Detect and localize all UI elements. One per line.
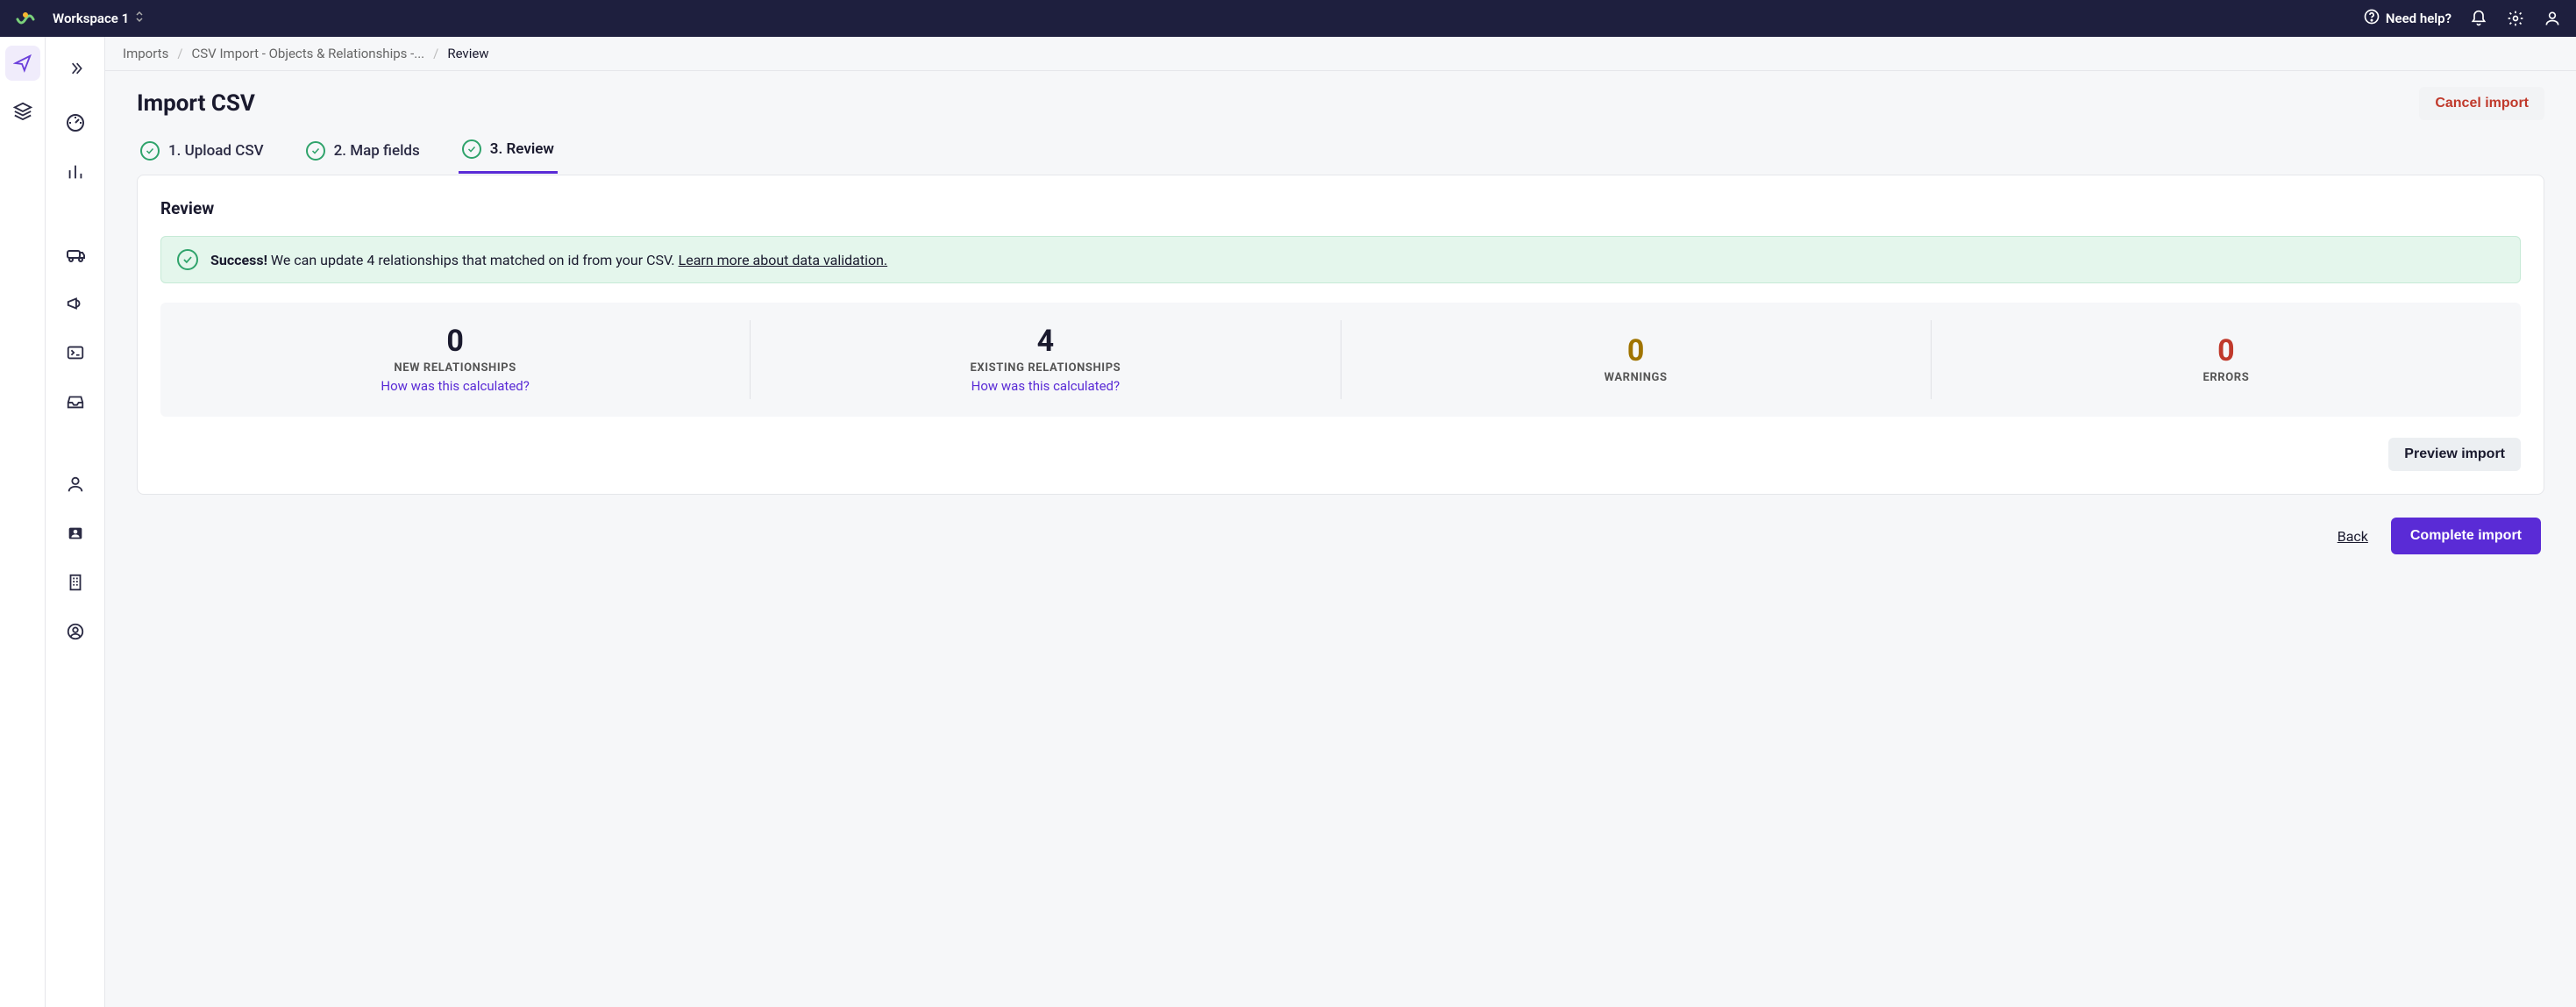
- step-map[interactable]: 2. Map fields: [302, 132, 423, 174]
- breadcrumb: Imports / CSV Import - Objects & Relatio…: [105, 37, 2576, 71]
- contact-card-icon[interactable]: [63, 521, 88, 546]
- back-link[interactable]: Back: [2338, 528, 2368, 545]
- stat-existing-relationships: 4 EXISTING RELATIONSHIPS How was this ca…: [751, 320, 1341, 399]
- step-upload[interactable]: 1. Upload CSV: [137, 132, 267, 174]
- step-label: 3. Review: [490, 140, 554, 158]
- stat-new-relationships: 0 NEW RELATIONSHIPS How was this calcula…: [160, 320, 751, 399]
- help-link[interactable]: Need help?: [2363, 8, 2451, 29]
- review-card: Review Success! We can update 4 relation…: [137, 175, 2544, 495]
- card-title: Review: [160, 198, 2521, 218]
- user-icon[interactable]: [2543, 9, 2562, 28]
- main-content: Imports / CSV Import - Objects & Relatio…: [105, 37, 2576, 1007]
- wizard-footer: Back Complete import: [137, 495, 2544, 554]
- stat-label: WARNINGS: [1605, 371, 1668, 384]
- chevron-updown-icon: [134, 11, 145, 26]
- topbar-left: Workspace 1: [14, 7, 145, 30]
- help-circle-icon: [2363, 8, 2380, 29]
- step-label: 1. Upload CSV: [168, 142, 264, 160]
- stat-value: 0: [446, 325, 464, 358]
- stat-calc-link[interactable]: How was this calculated?: [381, 378, 529, 394]
- breadcrumb-link-csv[interactable]: CSV Import - Objects & Relationships -..…: [192, 46, 425, 61]
- megaphone-icon[interactable]: [63, 291, 88, 316]
- banner-strong: Success!: [210, 252, 267, 268]
- breadcrumb-link-imports[interactable]: Imports: [123, 46, 168, 61]
- secondary-rail: [46, 37, 105, 1007]
- user-circle-icon[interactable]: [63, 619, 88, 644]
- stats-row: 0 NEW RELATIONSHIPS How was this calcula…: [160, 303, 2521, 417]
- topbar-right: Need help?: [2363, 8, 2562, 29]
- breadcrumb-sep: /: [433, 46, 438, 61]
- step-review[interactable]: 3. Review: [459, 132, 558, 174]
- check-circle-icon: [140, 141, 160, 161]
- stat-calc-link[interactable]: How was this calculated?: [971, 378, 1120, 394]
- banner-message: Success! We can update 4 relationships t…: [210, 252, 887, 268]
- help-label: Need help?: [2386, 11, 2451, 26]
- expand-sidebar-icon[interactable]: [58, 51, 93, 86]
- page-title: Import CSV: [137, 90, 255, 117]
- page-header: Import CSV Cancel import: [137, 87, 2544, 120]
- complete-import-button[interactable]: Complete import: [2391, 518, 2541, 554]
- preview-import-button[interactable]: Preview import: [2388, 438, 2521, 471]
- bar-chart-icon[interactable]: [63, 160, 88, 184]
- breadcrumb-sep: /: [177, 46, 182, 61]
- success-banner: Success! We can update 4 relationships t…: [160, 236, 2521, 283]
- dashboard-icon[interactable]: [63, 111, 88, 135]
- stat-label: ERRORS: [2202, 371, 2249, 384]
- primary-rail: [0, 37, 46, 1007]
- inbox-icon[interactable]: [63, 389, 88, 414]
- stat-errors: 0 ERRORS: [1932, 320, 2521, 399]
- app-logo-icon[interactable]: [14, 7, 37, 30]
- banner-learn-more-link[interactable]: Learn more about data validation.: [679, 252, 888, 268]
- check-circle-icon: [462, 139, 481, 159]
- stat-warnings: 0 WARNINGS: [1341, 320, 1932, 399]
- bell-icon[interactable]: [2469, 9, 2488, 28]
- rail-layers-icon[interactable]: [5, 93, 40, 128]
- person-icon[interactable]: [63, 472, 88, 496]
- banner-text: We can update 4 relationships that match…: [267, 252, 679, 268]
- terminal-icon[interactable]: [63, 340, 88, 365]
- check-circle-icon: [306, 141, 325, 161]
- rail-send-icon[interactable]: [5, 46, 40, 81]
- breadcrumb-current: Review: [447, 46, 488, 61]
- stat-label: NEW RELATIONSHIPS: [394, 361, 516, 375]
- workspace-label: Workspace 1: [53, 11, 129, 26]
- camper-icon[interactable]: [63, 242, 88, 267]
- stat-value: 4: [1037, 325, 1055, 358]
- preview-row: Preview import: [160, 438, 2521, 471]
- topbar: Workspace 1 Need help?: [0, 0, 2576, 37]
- stat-value: 0: [2217, 335, 2235, 368]
- stat-label: EXISTING RELATIONSHIPS: [970, 361, 1121, 375]
- workspace-selector[interactable]: Workspace 1: [53, 11, 145, 26]
- cancel-import-button[interactable]: Cancel import: [2419, 87, 2544, 120]
- check-circle-icon: [177, 249, 198, 270]
- building-icon[interactable]: [63, 570, 88, 595]
- gear-icon[interactable]: [2506, 9, 2525, 28]
- stat-value: 0: [1627, 335, 1645, 368]
- wizard-steps: 1. Upload CSV 2. Map fields 3. Review: [137, 132, 2544, 175]
- step-label: 2. Map fields: [334, 142, 420, 160]
